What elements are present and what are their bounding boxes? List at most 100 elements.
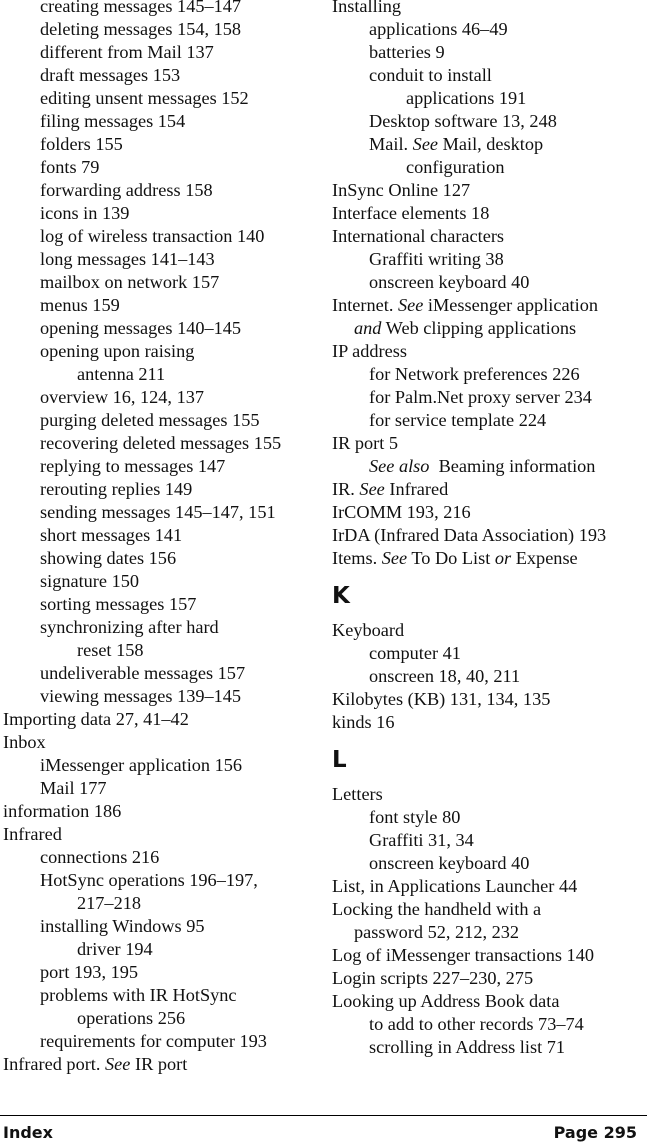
index-entry: International characters — [332, 225, 647, 248]
index-text: for service template 224 — [369, 410, 547, 430]
index-text: HotSync operations 196–197, — [40, 870, 258, 890]
index-subentry: purging deleted messages 155 — [3, 409, 323, 432]
index-text: onscreen 18, 40, 211 — [369, 666, 521, 686]
footer-divider — [0, 1115, 647, 1116]
index-text: scrolling in Address list 71 — [369, 1037, 566, 1057]
index-subentry: sorting messages 157 — [3, 593, 323, 616]
index-text: Mail. — [369, 134, 413, 154]
index-entry: IR. See Infrared — [332, 478, 647, 501]
index-text: Inbox — [3, 732, 46, 752]
index-text: installing Windows 95 — [40, 916, 205, 936]
index-text: IR port 5 — [332, 433, 399, 453]
index-entry: Internet. See iMessenger application — [332, 294, 647, 317]
index-subentry: sending messages 145–147, 151 — [3, 501, 323, 524]
index-text: requirements for computer 193 — [40, 1031, 267, 1051]
index-entry-continuation: 217–218 — [3, 892, 323, 915]
index-text: Infrared port. — [3, 1054, 106, 1074]
index-subentry: iMessenger application 156 — [3, 754, 323, 777]
index-entry: Locking the handheld with a — [332, 898, 647, 921]
index-subentry: different from Mail 137 — [3, 41, 323, 64]
index-entry: information 186 — [3, 800, 323, 823]
index-subentry: forwarding address 158 — [3, 179, 323, 202]
index-subentry: applications 46–49 — [332, 18, 647, 41]
index-text: Beaming information — [429, 456, 596, 476]
cross-reference-keyword: See — [412, 134, 439, 154]
index-text: sorting messages 157 — [40, 594, 197, 614]
index-text: Login scripts 227–230, 275 — [332, 968, 534, 988]
index-text: driver 194 — [77, 939, 153, 959]
index-text: iMessenger application — [423, 295, 598, 315]
index-text: Mail 177 — [40, 778, 107, 798]
index-text: mailbox on network 157 — [40, 272, 220, 292]
index-text: opening upon raising — [40, 341, 195, 361]
cross-reference-keyword: See also — [369, 456, 430, 476]
index-text: antenna 211 — [77, 364, 166, 384]
index-subentry: undeliverable messages 157 — [3, 662, 323, 685]
index-text: onscreen keyboard 40 — [369, 853, 530, 873]
index-entry: Login scripts 227–230, 275 — [332, 967, 647, 990]
index-subentry: for Palm.Net proxy server 234 — [332, 386, 647, 409]
index-text: List, in Applications Launcher 44 — [332, 876, 578, 896]
index-subentry: Mail 177 — [3, 777, 323, 800]
index-subentry: for Network preferences 226 — [332, 363, 647, 386]
index-subentry: computer 41 — [332, 642, 647, 665]
index-text: password 52, 212, 232 — [354, 922, 520, 942]
index-text: IR. — [332, 479, 360, 499]
cross-reference-keyword: or — [494, 548, 512, 568]
index-subentry: synchronizing after hard — [3, 616, 323, 639]
index-subentry: fonts 79 — [3, 156, 323, 179]
index-text: draft messages 153 — [40, 65, 181, 85]
index-text: Locking the handheld with a — [332, 899, 542, 919]
index-subentry: Graffiti 31, 34 — [332, 829, 647, 852]
index-text: signature 150 — [40, 571, 140, 591]
index-text: To Do List — [407, 548, 495, 568]
index-text: IP address — [332, 341, 407, 361]
index-text: icons in 139 — [40, 203, 130, 223]
index-subentry: batteries 9 — [332, 41, 647, 64]
index-text: opening messages 140–145 — [40, 318, 242, 338]
index-text: Log of iMessenger transactions 140 — [332, 945, 594, 965]
index-text: Letters — [332, 784, 383, 804]
index-subentry: overview 16, 124, 137 — [3, 386, 323, 409]
index-text: Interface elements 18 — [332, 203, 490, 223]
index-entry: Installing — [332, 0, 647, 18]
index-entry: Infrared — [3, 823, 323, 846]
index-subentry: opening messages 140–145 — [3, 317, 323, 340]
index-text: Kilobytes (KB) 131, 134, 135 — [332, 689, 551, 709]
index-subentry: onscreen keyboard 40 — [332, 271, 647, 294]
index-text: IR port — [130, 1054, 188, 1074]
index-text: IrDA (Infrared Data Association) 193 — [332, 525, 607, 545]
index-subentry: scrolling in Address list 71 — [332, 1036, 647, 1059]
index-entry-continuation: antenna 211 — [3, 363, 323, 386]
index-subentry: icons in 139 — [3, 202, 323, 225]
index-text: deleting messages 154, 158 — [40, 19, 242, 39]
index-text: Internet. — [332, 295, 398, 315]
index-text: purging deleted messages 155 — [40, 410, 260, 430]
index-subentry: rerouting replies 149 — [3, 478, 323, 501]
index-text: sending messages 145–147, 151 — [40, 502, 276, 522]
index-text: 217–218 — [77, 893, 141, 913]
footer-page-number: Page 295 — [553, 1123, 637, 1142]
index-subentry: installing Windows 95 — [3, 915, 323, 938]
index-column-left: creating messages 145–147 deleting messag… — [3, 0, 323, 1076]
index-subentry: replying to messages 147 — [3, 455, 323, 478]
index-text: filing messages 154 — [40, 111, 186, 131]
index-entry: Inbox — [3, 731, 323, 754]
index-text: editing unsent messages 152 — [40, 88, 249, 108]
index-subentry: viewing messages 139–145 — [3, 685, 323, 708]
index-entry: IP address — [332, 340, 647, 363]
index-subentry: See also Beaming information — [332, 455, 647, 478]
index-subentry: folders 155 — [3, 133, 323, 156]
index-text: fonts 79 — [40, 157, 100, 177]
index-subentry: opening upon raising — [3, 340, 323, 363]
cross-reference-keyword: See — [105, 1054, 131, 1074]
index-text: undeliverable messages 157 — [40, 663, 246, 683]
index-text: applications 46–49 — [369, 19, 508, 39]
index-text: computer 41 — [369, 643, 461, 663]
index-text: rerouting replies 149 — [40, 479, 193, 499]
index-subentry: onscreen keyboard 40 — [332, 852, 647, 875]
index-text: Installing — [332, 0, 402, 16]
index-text: folders 155 — [40, 134, 123, 154]
index-subentry: deleting messages 154, 158 — [3, 18, 323, 41]
cross-reference-keyword: See — [359, 479, 385, 499]
